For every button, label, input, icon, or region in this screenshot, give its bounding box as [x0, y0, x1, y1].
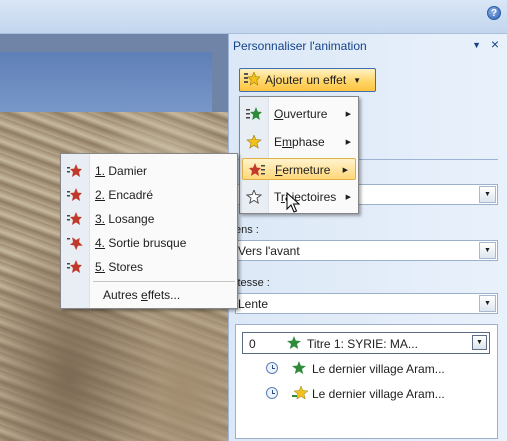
exit-effect-item[interactable]: 2. Encadré — [61, 184, 237, 206]
chevron-down-icon[interactable]: ▼ — [472, 335, 487, 350]
speed-value: Lente — [238, 297, 269, 311]
animation-name: Le dernier village Aram... — [312, 362, 445, 376]
help-icon[interactable]: ? — [487, 6, 501, 20]
exit-star-tilted-icon — [67, 236, 83, 251]
add-effect-icon — [244, 70, 261, 89]
menu-item-fermeture[interactable]: Fermeture ▶ — [242, 158, 356, 180]
chevron-down-icon[interactable]: ▼ — [479, 242, 496, 259]
menu-item-ouverture[interactable]: Ouverture ▶ — [240, 103, 358, 125]
exit-effect-item[interactable]: 5. Stores — [61, 256, 237, 278]
exit-star-icon — [67, 188, 83, 202]
emphasis-star-icon — [292, 385, 309, 403]
exit-star-icon — [67, 164, 83, 178]
add-effect-label: Ajouter un effet — [265, 73, 347, 87]
animation-list[interactable]: 0 Titre 1: SYRIE: MA... ▼ Le dernier vil… — [235, 324, 498, 439]
animation-list-item[interactable]: Le dernier village Aram... — [236, 358, 497, 380]
menu-divider — [93, 281, 235, 282]
animation-list-item[interactable]: 0 Titre 1: SYRIE: MA... ▼ — [242, 332, 490, 354]
more-effects-item[interactable]: Autres effets... — [61, 284, 237, 306]
menu-item-label: Autres effets... — [103, 288, 181, 302]
clock-icon — [266, 362, 278, 374]
exit-star-icon — [249, 163, 265, 177]
menu-item-label: Emphase — [274, 135, 325, 149]
menu-item-label: 4. Sortie brusque — [95, 236, 187, 250]
submenu-arrow-icon: ▶ — [345, 139, 351, 146]
menu-item-label: Trajectoires — [274, 190, 337, 204]
animation-order: 0 — [249, 337, 256, 351]
exit-effect-item[interactable]: 1. Damier — [61, 160, 237, 182]
entrance-star-icon — [292, 361, 306, 378]
exit-effect-item[interactable]: 4. Sortie brusque — [61, 232, 237, 254]
pane-close-button[interactable]: × — [491, 36, 499, 52]
speed-label: itesse : — [235, 277, 270, 289]
exit-star-icon — [67, 212, 83, 226]
speed-combo[interactable]: Lente ▼ — [235, 293, 498, 314]
exit-effect-item[interactable]: 3. Losange — [61, 208, 237, 230]
emphasis-star-icon — [246, 134, 262, 149]
menu-item-label: 1. Damier — [95, 164, 148, 178]
menu-item-label: 2. Encadré — [95, 188, 154, 202]
ribbon-strip: ? — [0, 0, 507, 34]
menu-item-emphase[interactable]: Emphase ▶ — [240, 131, 358, 153]
chevron-down-icon[interactable]: ▼ — [479, 295, 496, 312]
menu-item-label: 3. Losange — [95, 212, 155, 226]
menu-item-label: 5. Stores — [95, 260, 144, 274]
direction-combo[interactable]: Vers l'avant ▼ — [235, 240, 498, 261]
animation-list-item[interactable]: Le dernier village Aram... — [236, 383, 497, 405]
exit-star-icon — [67, 260, 83, 274]
menu-item-label: Fermeture — [275, 163, 331, 177]
animation-name: Le dernier village Aram... — [312, 387, 445, 401]
menu-item-label: Ouverture — [274, 107, 328, 121]
submenu-arrow-icon: ▶ — [342, 167, 348, 174]
submenu-arrow-icon: ▶ — [345, 111, 351, 118]
entrance-star-icon — [287, 336, 301, 353]
chevron-down-icon[interactable]: ▼ — [479, 186, 496, 203]
mouse-cursor-icon — [286, 191, 302, 214]
pane-title: Personnaliser l'animation — [233, 39, 367, 53]
direction-label: ens : — [235, 224, 259, 236]
pane-options-button[interactable]: ▼ — [472, 40, 481, 50]
submenu-arrow-icon: ▶ — [345, 194, 351, 201]
motion-path-star-icon — [245, 188, 263, 204]
direction-value: Vers l'avant — [238, 244, 300, 258]
entrance-star-icon — [246, 107, 262, 121]
animation-name: Titre 1: SYRIE: MA... — [307, 337, 418, 351]
exit-effects-submenu: 1. Damier 2. Encadré 3. Losange 4. Sorti… — [60, 153, 238, 309]
add-effect-button[interactable]: Ajouter un effet ▼ — [239, 68, 376, 92]
clock-icon — [266, 387, 278, 399]
chevron-down-icon: ▼ — [353, 75, 362, 85]
